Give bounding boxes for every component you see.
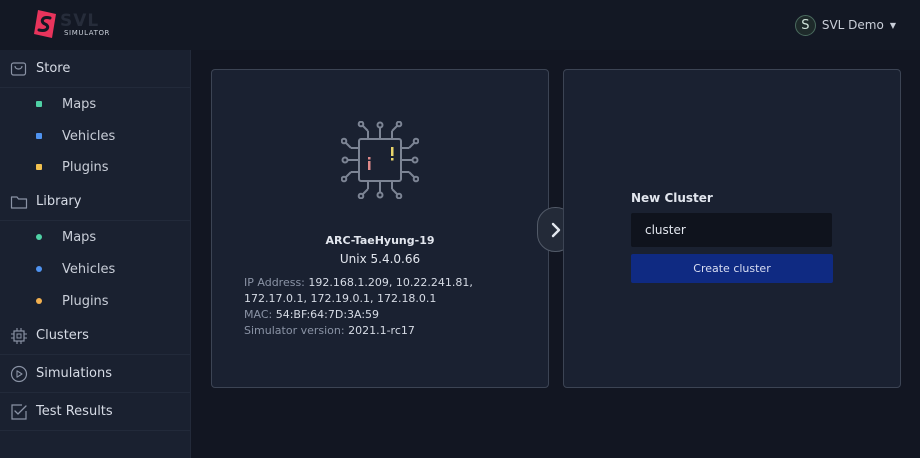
sidebar-item-label: Clusters xyxy=(36,328,89,343)
version-value: 2021.1-rc17 xyxy=(348,324,415,337)
sidebar-item-label: Simulations xyxy=(36,366,113,381)
machine-info: IP Address: 192.168.1.209, 10.22.241.81,… xyxy=(244,275,534,339)
plugins-marker-icon xyxy=(36,298,42,304)
chevron-right-icon xyxy=(551,222,560,237)
version-label: Simulator version: xyxy=(244,324,345,337)
sidebar-item-library-vehicles[interactable]: Vehicles xyxy=(0,254,191,284)
sidebar-item-label: Library xyxy=(36,194,82,209)
top-bar: SVL SIMULATOR S SVL Demo ▼ xyxy=(0,0,920,50)
sidebar-item-label: Plugins xyxy=(62,293,109,309)
ip-value-continued: 172.17.0.1, 172.19.0.1, 172.18.0.1 xyxy=(244,292,437,305)
sidebar-item-store-plugins[interactable]: Plugins xyxy=(0,152,191,182)
vehicles-marker-icon xyxy=(36,133,42,139)
sidebar-item-test-results[interactable]: Test Results xyxy=(0,393,191,431)
sidebar: Store Maps Vehicles Plugins Library Maps… xyxy=(0,50,191,458)
plugins-marker-icon xyxy=(36,164,42,170)
sidebar-item-label: Plugins xyxy=(62,159,109,175)
avatar: S xyxy=(794,14,816,36)
ip-value: 192.168.1.209, 10.22.241.81, xyxy=(308,276,473,289)
cluster-name-input[interactable] xyxy=(631,213,832,247)
sidebar-item-library-plugins[interactable]: Plugins xyxy=(0,286,191,316)
sidebar-item-store[interactable]: Store xyxy=(0,50,191,88)
machine-card: ARC-TaeHyung-19 Unix 5.4.0.66 IP Address… xyxy=(211,69,549,388)
folder-icon xyxy=(10,195,28,209)
sidebar-item-label: Maps xyxy=(62,96,97,112)
chip-icon xyxy=(341,121,419,199)
sidebar-item-library-maps[interactable]: Maps xyxy=(0,222,191,252)
mac-label: MAC: xyxy=(244,308,273,321)
logo-text: SVL xyxy=(60,11,100,31)
machine-hostname: ARC-TaeHyung-19 xyxy=(325,234,435,247)
maps-marker-icon xyxy=(36,234,42,240)
sidebar-item-library[interactable]: Library xyxy=(0,183,191,221)
svl-logo-icon xyxy=(34,10,56,38)
logo-subtitle: SIMULATOR xyxy=(64,29,111,37)
vehicles-marker-icon xyxy=(36,266,42,272)
play-circle-icon xyxy=(10,365,28,382)
sidebar-item-store-maps[interactable]: Maps xyxy=(0,89,191,119)
create-cluster-button[interactable]: Create cluster xyxy=(631,254,833,283)
sidebar-item-clusters[interactable]: Clusters xyxy=(0,317,191,355)
sidebar-item-label: Maps xyxy=(62,229,97,245)
ip-label: IP Address: xyxy=(244,276,305,289)
new-cluster-card: New Cluster Create cluster xyxy=(563,69,901,388)
user-menu[interactable]: S SVL Demo ▼ xyxy=(794,14,896,36)
new-cluster-title: New Cluster xyxy=(631,191,713,205)
sidebar-item-label: Store xyxy=(36,61,71,76)
mac-value: 54:BF:64:7D:3A:59 xyxy=(275,308,380,321)
checklist-icon xyxy=(11,403,27,420)
sidebar-item-store-vehicles[interactable]: Vehicles xyxy=(0,121,191,151)
sidebar-item-label: Vehicles xyxy=(62,128,116,144)
sidebar-item-label: Test Results xyxy=(36,404,113,419)
sidebar-item-label: Vehicles xyxy=(62,261,116,277)
shopping-bag-icon xyxy=(10,62,27,76)
chip-icon xyxy=(11,327,27,344)
maps-marker-icon xyxy=(36,101,42,107)
machine-os: Unix 5.4.0.66 xyxy=(339,252,421,266)
sidebar-item-simulations[interactable]: Simulations xyxy=(0,355,191,393)
caret-down-icon: ▼ xyxy=(889,20,896,30)
user-name: SVL Demo xyxy=(821,18,884,32)
